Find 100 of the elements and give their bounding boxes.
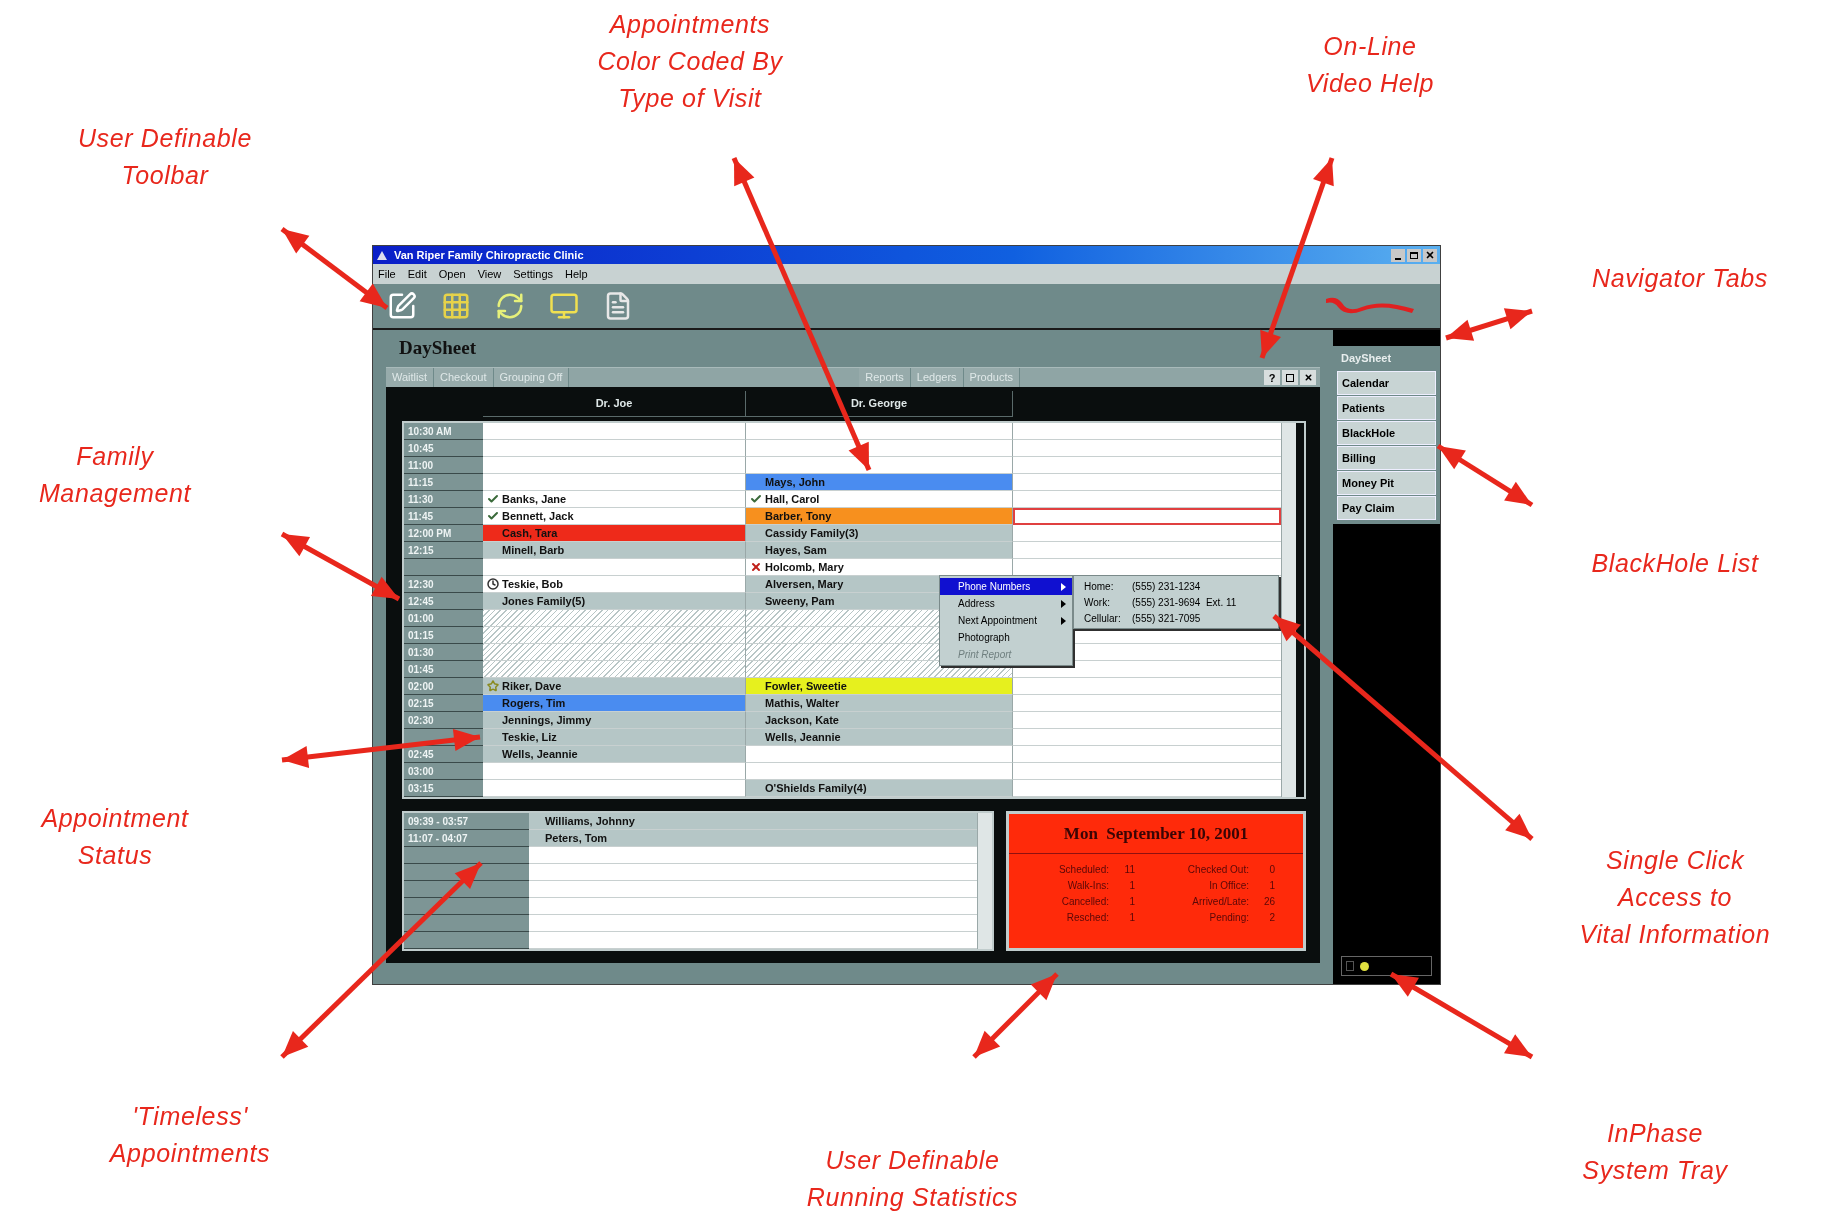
statistic-value: 1: [1128, 911, 1136, 925]
phone-label: Work:: [1084, 595, 1111, 610]
annotation-label: Family Management: [37, 441, 193, 509]
timeless-appointment[interactable]: Peters, Tom: [529, 830, 977, 847]
navigator-tab[interactable]: Patients: [1337, 396, 1436, 420]
time-slot-label: 12:15: [404, 542, 483, 559]
appointment-cell[interactable]: Riker, Dave: [483, 678, 746, 695]
navigator-tab[interactable]: Money Pit: [1337, 471, 1436, 495]
appointment-cell[interactable]: Fowler, Sweetie: [746, 678, 1013, 695]
statistic-value: 1: [1128, 879, 1136, 893]
appointment-cell[interactable]: Banks, Jane: [483, 491, 746, 508]
menu-item[interactable]: View: [477, 265, 502, 283]
context-menu-item[interactable]: Photograph: [940, 629, 1072, 646]
appointment-cell[interactable]: Mays, John: [746, 474, 1013, 491]
menu-item[interactable]: Help: [565, 265, 588, 283]
statistic-value: 1: [1268, 879, 1276, 893]
statistic-label: Cancelled:: [1060, 895, 1109, 909]
statistic-label: Checked Out:: [1186, 863, 1249, 877]
scrollbar[interactable]: [1281, 423, 1296, 797]
tray-square-icon: [1346, 961, 1354, 971]
statistic-label: Resched:: [1065, 911, 1109, 925]
monitor-icon: [549, 291, 579, 321]
grid-icon: [441, 291, 471, 321]
highlighted-slot[interactable]: [1013, 508, 1281, 525]
context-menu-item[interactable]: Next Appointment: [940, 612, 1072, 629]
navigator-tab[interactable]: Calendar: [1337, 371, 1436, 395]
appointment-cell[interactable]: Rogers, Tim: [483, 695, 746, 712]
appointment-cell[interactable]: Cassidy Family(3): [746, 525, 1013, 542]
time-slot-label: 12:45: [404, 593, 483, 610]
statistics-date: Mon September 10, 2001: [1009, 814, 1303, 854]
appointment-cell[interactable]: Teskie, Bob: [483, 576, 746, 593]
statistic-value: 26: [1262, 895, 1276, 909]
time-slot-label: 02:45: [404, 746, 483, 763]
time-slot-label: 12:00 PM: [404, 525, 483, 542]
appointment-cell[interactable]: Wells, Jeannie: [483, 746, 746, 763]
statistic-value: 0: [1268, 863, 1276, 877]
time-slot-label: 02:30: [404, 712, 483, 729]
appointment-cell[interactable]: Hayes, Sam: [746, 542, 1013, 559]
maximize-button[interactable]: [1407, 248, 1421, 262]
appointment-cell[interactable]: Wells, Jeannie: [746, 729, 1013, 746]
time-slot-label: 11:00: [404, 457, 483, 474]
time-slot-label: 01:45: [404, 661, 483, 678]
menu-item[interactable]: Edit: [407, 265, 427, 283]
menu-item[interactable]: Settings: [513, 265, 554, 283]
appointment-cell[interactable]: Hall, Carol: [746, 491, 1013, 508]
appointment-cell[interactable]: Bennett, Jack: [483, 508, 746, 525]
statistic-label: Scheduled:: [1057, 863, 1109, 877]
time-slot-label: 11:45: [404, 508, 483, 525]
minimize-icon: [1395, 257, 1401, 260]
panel-close-button[interactable]: [1300, 370, 1316, 385]
statistic-label: Pending:: [1208, 911, 1249, 925]
appointment-cell[interactable]: Jennings, Jimmy: [483, 712, 746, 729]
time-slot-label: 10:30 AM: [404, 423, 483, 440]
minimize-button[interactable]: [1391, 248, 1405, 262]
phone-number[interactable]: (555) 231-9694 Ext. 11: [1132, 594, 1237, 610]
appointment-cell[interactable]: Cash, Tara: [483, 525, 746, 542]
context-menu-item[interactable]: Phone Numbers: [940, 578, 1072, 595]
navigator-tab[interactable]: Billing: [1337, 446, 1436, 470]
navigator-tab[interactable]: Pay Claim: [1337, 496, 1436, 520]
phone-label: Home:: [1084, 579, 1115, 594]
time-range-label: 11:07 - 04:07: [404, 830, 529, 847]
phone-number[interactable]: (555) 231-1234: [1132, 578, 1201, 594]
timeless-appointment[interactable]: Williams, Johnny: [529, 813, 977, 830]
provider-column-header: Dr. Joe: [483, 391, 746, 417]
annotation-label: BlackHole List: [1590, 548, 1760, 579]
menu-item[interactable]: Open: [438, 265, 466, 283]
statistic-label: In Office:: [1208, 879, 1249, 893]
restore-button[interactable]: [1282, 370, 1298, 385]
annotation-label: InPhase System Tray: [1581, 1118, 1729, 1186]
appointment-cell[interactable]: Jackson, Kate: [746, 712, 1013, 729]
appointment-cell[interactable]: O'Shields Family(4): [746, 780, 1013, 797]
time-slot-label: 02:15: [404, 695, 483, 712]
close-icon: [1303, 373, 1313, 382]
scrollbar[interactable]: [977, 813, 992, 949]
annotation-label: User Definable Toolbar: [76, 123, 254, 191]
phone-number[interactable]: (555) 321-7095: [1132, 610, 1201, 626]
time-slot-label: 01:30: [404, 644, 483, 661]
appointment-cell[interactable]: Barber, Tony: [746, 508, 1013, 525]
appointment-cell[interactable]: Mathis, Walter: [746, 695, 1013, 712]
annotation-label: Appointment Status: [39, 803, 190, 871]
time-slot-label: 01:00: [404, 610, 483, 627]
time-slot-label: 03:00: [404, 763, 483, 780]
appointment-cell[interactable]: Jones Family(5): [483, 593, 746, 610]
close-button[interactable]: [1423, 248, 1437, 262]
time-slot-label: 01:15: [404, 627, 483, 644]
daysheet-title: DaySheet: [398, 336, 478, 361]
navigator-tab[interactable]: BlackHole: [1337, 421, 1436, 445]
statistic-label: Walk-Ins:: [1066, 879, 1109, 893]
statistic-label: Arrived/Late:: [1191, 895, 1249, 909]
appointment-cell[interactable]: Holcomb, Mary: [746, 559, 1013, 576]
appointment-cell[interactable]: Teskie, Liz: [483, 729, 746, 746]
time-slot-label: 11:30: [404, 491, 483, 508]
statistic-value: 2: [1268, 911, 1276, 925]
help-button[interactable]: ?: [1264, 370, 1280, 385]
menu-item[interactable]: File: [378, 265, 396, 283]
close-icon: [1425, 250, 1435, 260]
appointment-cell[interactable]: Minell, Barb: [483, 542, 746, 559]
time-slot-label: 02:00: [404, 678, 483, 695]
app-icon: [376, 249, 388, 261]
restore-icon: [1286, 373, 1294, 382]
